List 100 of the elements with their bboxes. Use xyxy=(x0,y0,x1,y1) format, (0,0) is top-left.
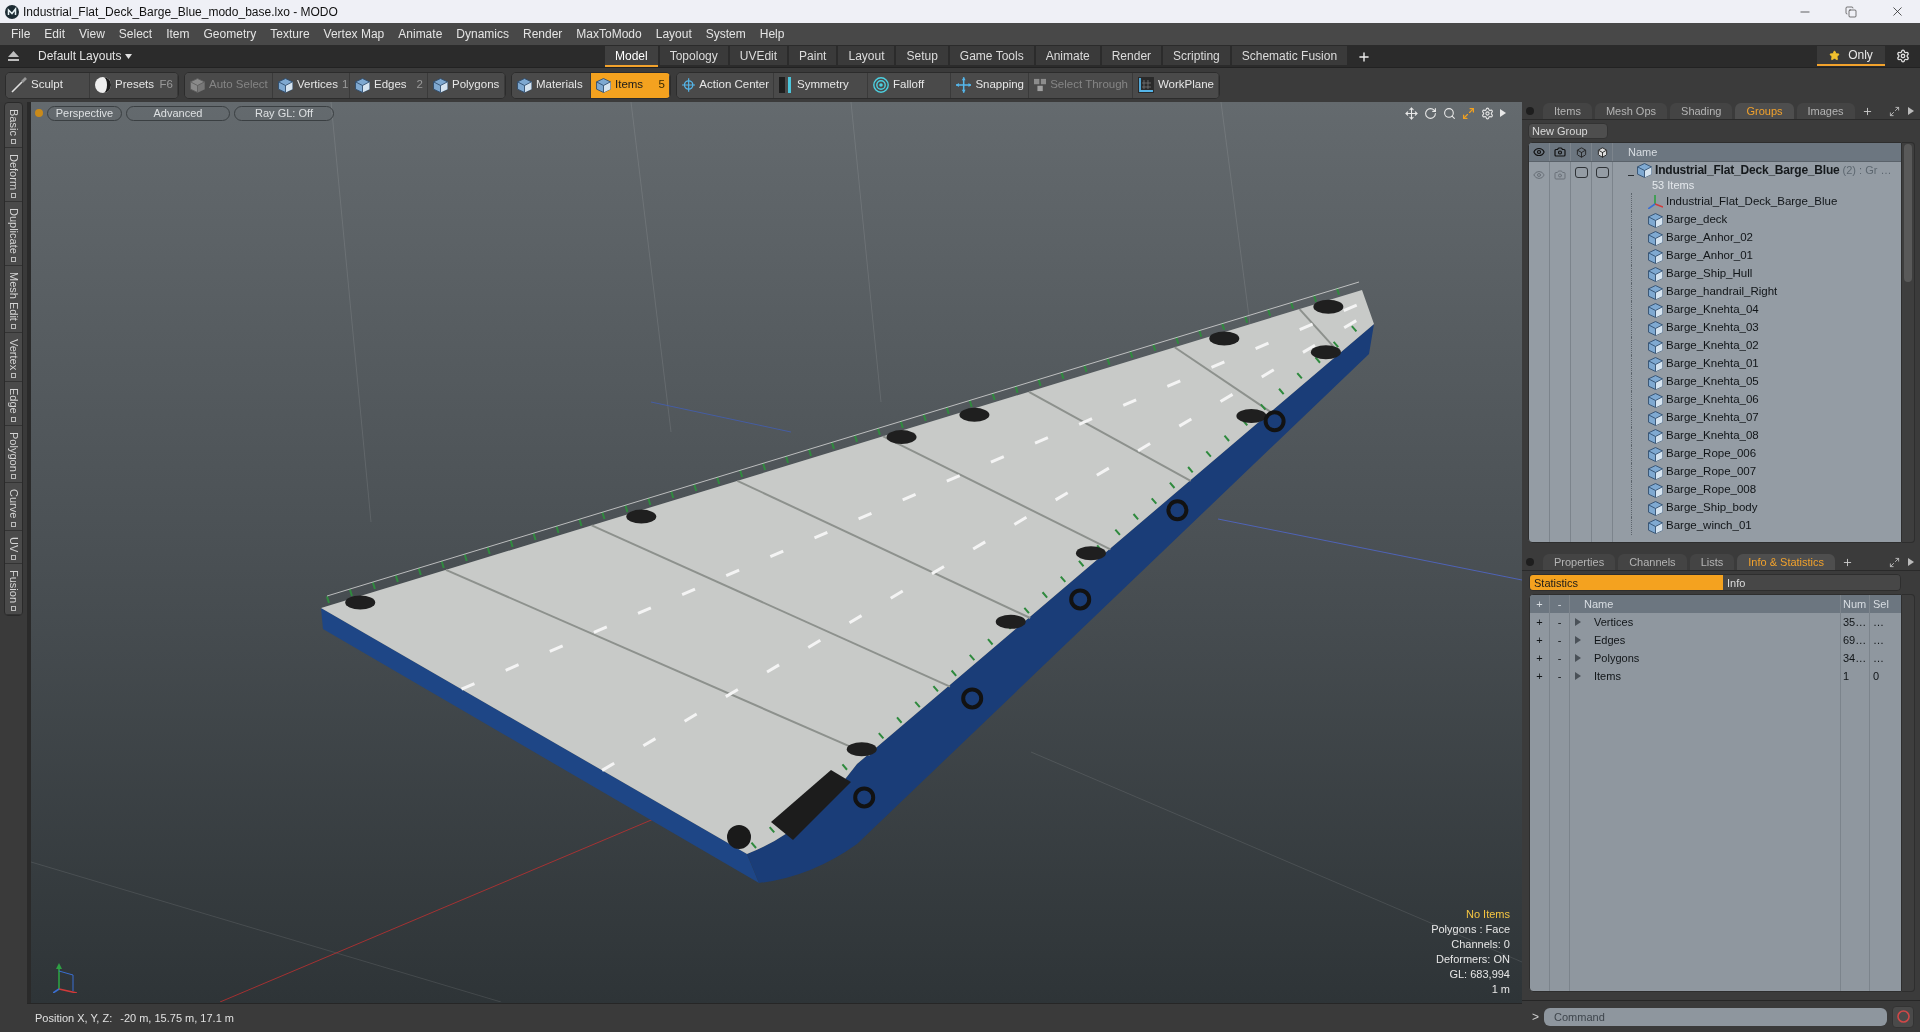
tree-item[interactable]: Barge_Knehta_01 xyxy=(1613,355,1901,373)
materials-button[interactable]: Materials xyxy=(512,72,591,98)
layout-tab[interactable]: Animate xyxy=(1035,46,1100,67)
panel-tab[interactable]: Groups xyxy=(1735,103,1794,119)
remove-button[interactable]: - xyxy=(1550,667,1570,685)
remove-button[interactable]: - xyxy=(1550,631,1570,649)
menu-item[interactable]: System xyxy=(698,25,753,43)
tree-item[interactable]: Barge_winch_01 xyxy=(1613,517,1901,535)
scrollbar-thumb[interactable] xyxy=(1904,144,1912,282)
tree-item[interactable]: Barge_Knehta_08 xyxy=(1613,427,1901,445)
panel-tab[interactable]: Mesh Ops xyxy=(1594,103,1668,119)
menu-item[interactable]: Vertex Map xyxy=(316,25,392,43)
maximize-icon[interactable] xyxy=(1462,106,1475,120)
remove-button[interactable]: - xyxy=(1550,649,1570,667)
layout-tab[interactable]: Scripting xyxy=(1163,46,1230,67)
expand-icon[interactable] xyxy=(1889,105,1900,117)
layout-tab[interactable]: UVEdit xyxy=(729,46,788,67)
add-button[interactable]: + xyxy=(1530,613,1550,631)
scrollbar[interactable] xyxy=(1902,594,1915,992)
items-button[interactable]: Items 5 xyxy=(591,72,670,98)
side-tab[interactable]: Duplicate xyxy=(5,201,22,266)
search-icon[interactable] xyxy=(1443,106,1456,120)
scrollbar[interactable] xyxy=(1902,142,1915,543)
tree-item[interactable]: Barge_Knehta_04 xyxy=(1613,301,1901,319)
rotate-icon[interactable] xyxy=(1424,106,1437,120)
menu-item[interactable]: Texture xyxy=(263,25,317,43)
add-all-button[interactable]: + xyxy=(1530,595,1550,613)
menu-item[interactable]: Edit xyxy=(37,25,73,43)
menu-item[interactable]: Help xyxy=(752,25,792,43)
record-button[interactable] xyxy=(1892,1005,1914,1028)
layout-tab[interactable]: Render xyxy=(1101,46,1162,67)
remove-all-button[interactable]: - xyxy=(1550,595,1570,613)
side-tab[interactable]: UV xyxy=(5,530,22,565)
tree-item[interactable]: Barge_Anhor_01 xyxy=(1613,247,1901,265)
layout-tab[interactable]: Model xyxy=(605,46,658,67)
menu-item[interactable]: MaxToModo xyxy=(569,25,649,43)
add-button[interactable]: + xyxy=(1530,667,1550,685)
restore-icon[interactable] xyxy=(1845,5,1857,18)
tree-item[interactable]: Barge_Rope_006 xyxy=(1613,445,1901,463)
menu-item[interactable]: Layout xyxy=(648,25,699,43)
side-tab[interactable]: Fusion xyxy=(5,564,22,616)
tree-item[interactable]: Barge_Knehta_06 xyxy=(1613,391,1901,409)
side-tab[interactable]: Deform xyxy=(5,147,22,202)
layouts-dropdown[interactable]: Default Layouts xyxy=(26,47,145,65)
panel-tab[interactable]: Shading xyxy=(1670,103,1733,119)
tree-item[interactable]: Barge_Rope_008 xyxy=(1613,481,1901,499)
layout-tab[interactable]: Game Tools xyxy=(949,46,1034,67)
side-tab[interactable]: Mesh Edit xyxy=(5,265,22,333)
layout-tab[interactable]: Setup xyxy=(896,46,948,67)
side-tab[interactable]: Vertex xyxy=(5,332,22,382)
move-icon[interactable] xyxy=(1405,106,1418,120)
side-tab[interactable]: Curve xyxy=(5,483,22,531)
tree-item[interactable]: Barge_Ship_Hull xyxy=(1613,265,1901,283)
layout-tab[interactable]: Schematic Fusion xyxy=(1231,46,1348,67)
action-center-button[interactable]: Action Center xyxy=(677,72,774,98)
side-tab[interactable]: Polygon xyxy=(5,425,22,484)
menu-item[interactable]: View xyxy=(72,25,112,43)
add-tab-icon[interactable] xyxy=(1861,105,1873,117)
panel-tab[interactable]: Properties xyxy=(1543,554,1616,570)
layout-tab[interactable]: Topology xyxy=(659,46,728,67)
menu-item[interactable]: Geometry xyxy=(196,25,264,43)
panel-tab[interactable]: Items xyxy=(1543,103,1592,119)
layout-tab[interactable]: Paint xyxy=(789,46,837,67)
panel-tab[interactable]: Lists xyxy=(1689,554,1735,570)
side-tab[interactable]: Edge xyxy=(5,381,22,426)
new-group-button[interactable]: New Group xyxy=(1528,123,1608,139)
expand-icon[interactable] xyxy=(1889,556,1900,568)
panel-tab[interactable]: Channels xyxy=(1618,554,1687,570)
tree-item[interactable]: Barge_Anhor_02 xyxy=(1613,229,1901,247)
tree-item[interactable]: Barge_Knehta_05 xyxy=(1613,373,1901,391)
tree-item[interactable]: Barge_Rope_007 xyxy=(1613,463,1901,481)
settings-icon[interactable] xyxy=(1895,49,1910,63)
tree-item[interactable]: Barge_deck xyxy=(1613,211,1901,229)
menu-item[interactable]: Dynamics xyxy=(449,25,516,43)
panel-tab[interactable]: Images xyxy=(1796,103,1855,119)
tree-item[interactable]: Barge_Ship_body xyxy=(1613,499,1901,517)
sculpt-button[interactable]: Sculpt xyxy=(6,72,90,98)
menu-item[interactable]: Animate xyxy=(391,25,450,43)
add-button[interactable]: + xyxy=(1530,631,1550,649)
add-tab-icon[interactable] xyxy=(1842,556,1854,568)
command-input[interactable]: Command xyxy=(1544,1007,1887,1026)
menu-item[interactable]: Select xyxy=(111,25,160,43)
only-toggle[interactable]: Only xyxy=(1817,46,1885,66)
menu-item[interactable]: Item xyxy=(159,25,197,43)
add-button[interactable]: + xyxy=(1530,649,1550,667)
subtab[interactable]: Info xyxy=(1723,575,1900,590)
tree-item[interactable]: Barge_handrail_Right xyxy=(1613,283,1901,301)
tree-item[interactable]: Industrial_Flat_Deck_Barge_Blue xyxy=(1613,193,1901,211)
menu-item[interactable]: Render xyxy=(516,25,570,43)
panel-tab[interactable]: Info & Statistics xyxy=(1737,554,1836,570)
remove-button[interactable]: - xyxy=(1550,613,1570,631)
tree-item[interactable]: Barge_Knehta_07 xyxy=(1613,409,1901,427)
layout-tab[interactable]: Layout xyxy=(838,46,895,67)
side-tab[interactable]: Basic xyxy=(5,103,22,148)
tree-item[interactable]: Barge_Knehta_02 xyxy=(1613,337,1901,355)
subtab[interactable]: Statistics xyxy=(1530,575,1723,590)
menu-item[interactable]: File xyxy=(4,25,38,43)
eject-icon[interactable] xyxy=(7,51,19,61)
add-layout-icon[interactable] xyxy=(1357,49,1372,64)
tree-item[interactable]: Barge_Knehta_03 xyxy=(1613,319,1901,337)
